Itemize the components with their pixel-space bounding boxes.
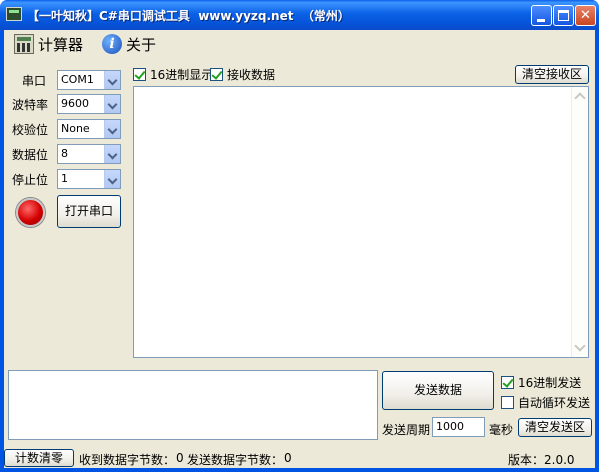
databits-value: 8 <box>61 147 68 160</box>
minimize-button[interactable] <box>531 5 552 26</box>
hex-display-checkbox[interactable]: 16进制显示 <box>133 66 213 83</box>
databits-select[interactable]: 8 <box>57 144 121 164</box>
parity-label: 校验位 <box>12 123 49 137</box>
databits-label: 数据位 <box>12 148 49 162</box>
receive-data-label: 接收数据 <box>227 68 276 82</box>
hex-send-label: 16进制发送 <box>518 376 582 390</box>
baud-value: 9600 <box>61 97 89 110</box>
chevron-down-icon[interactable] <box>104 145 120 163</box>
checkbox-checked-icon[interactable] <box>133 68 146 81</box>
send-period-label: 发送周期 <box>382 423 431 437</box>
info-icon: i <box>102 34 122 54</box>
scroll-up-icon[interactable] <box>574 92 586 104</box>
app-window: 【一叶知秋】C#串口调试工具 www.yyzq.net （常州） ✕ 计算器 i… <box>0 0 599 472</box>
send-period-input[interactable]: 1000 <box>432 417 485 437</box>
hex-display-label: 16进制显示 <box>150 68 214 82</box>
app-icon <box>6 7 22 21</box>
receive-data-checkbox[interactable]: 接收数据 <box>210 66 275 83</box>
minimize-icon <box>537 19 545 22</box>
received-bytes-label: 收到数据字节数： <box>79 453 176 467</box>
sent-bytes-label: 发送数据字节数： <box>187 453 284 467</box>
stopbits-label: 停止位 <box>12 173 49 187</box>
baud-select[interactable]: 9600 <box>57 94 121 114</box>
maximize-icon <box>558 10 569 21</box>
menu-about[interactable]: i 关于 <box>102 33 156 55</box>
title-bar[interactable]: 【一叶知秋】C#串口调试工具 www.yyzq.net （常州） ✕ <box>0 0 599 30</box>
clear-send-button[interactable]: 清空发送区 <box>518 418 592 437</box>
open-port-button[interactable]: 打开串口 <box>57 195 121 228</box>
chevron-down-icon[interactable] <box>104 170 120 188</box>
close-icon: ✕ <box>580 8 591 23</box>
chevron-down-icon[interactable] <box>104 71 120 89</box>
received-bytes-count: 0 <box>176 451 184 465</box>
version-label: 版本：2.0.0 <box>508 453 575 467</box>
port-status-indicator <box>16 198 45 227</box>
port-value: COM1 <box>61 73 94 86</box>
sent-bytes-count: 0 <box>284 451 292 465</box>
menu-calculator-label: 计算器 <box>38 35 84 54</box>
auto-loop-checkbox[interactable]: 自动循环发送 <box>501 394 590 411</box>
chevron-down-icon[interactable] <box>104 95 120 113</box>
stopbits-value: 1 <box>61 172 68 185</box>
clear-receive-button[interactable]: 清空接收区 <box>515 65 589 84</box>
menu-bar: 计算器 i 关于 <box>4 30 595 58</box>
hex-send-checkbox[interactable]: 16进制发送 <box>501 374 581 391</box>
checkbox-checked-icon[interactable] <box>210 68 223 81</box>
receive-textarea[interactable] <box>133 86 589 358</box>
menu-about-label: 关于 <box>126 35 157 54</box>
send-textarea[interactable] <box>8 370 378 440</box>
send-data-button[interactable]: 发送数据 <box>382 371 494 410</box>
parity-value: None <box>61 122 90 135</box>
baud-label: 波特率 <box>12 98 49 112</box>
checkbox-unchecked-icon[interactable] <box>501 396 514 409</box>
scroll-down-icon[interactable] <box>574 340 586 352</box>
checkbox-checked-icon[interactable] <box>501 376 514 389</box>
stopbits-select[interactable]: 1 <box>57 169 121 189</box>
port-label: 串口 <box>22 74 47 88</box>
client-area: 计算器 i 关于 串口 COM1 波特率 9600 校验位 None 数据位 8 <box>4 30 595 468</box>
send-period-unit: 毫秒 <box>489 423 514 437</box>
reset-count-button[interactable]: 计数清零 <box>4 449 74 467</box>
status-bar: 计数清零 收到数据字节数： 0 发送数据字节数： 0 版本：2.0.0 <box>4 446 595 468</box>
window-title: 【一叶知秋】C#串口调试工具 www.yyzq.net （常州） <box>27 9 350 23</box>
parity-select[interactable]: None <box>57 119 121 139</box>
auto-loop-label: 自动循环发送 <box>518 396 591 410</box>
chevron-down-icon[interactable] <box>104 120 120 138</box>
receive-scrollbar[interactable] <box>571 87 588 357</box>
menu-calculator[interactable]: 计算器 <box>14 33 83 55</box>
port-select[interactable]: COM1 <box>57 70 121 90</box>
calculator-icon <box>14 34 34 54</box>
close-button[interactable]: ✕ <box>575 5 596 26</box>
maximize-button[interactable] <box>553 5 574 26</box>
